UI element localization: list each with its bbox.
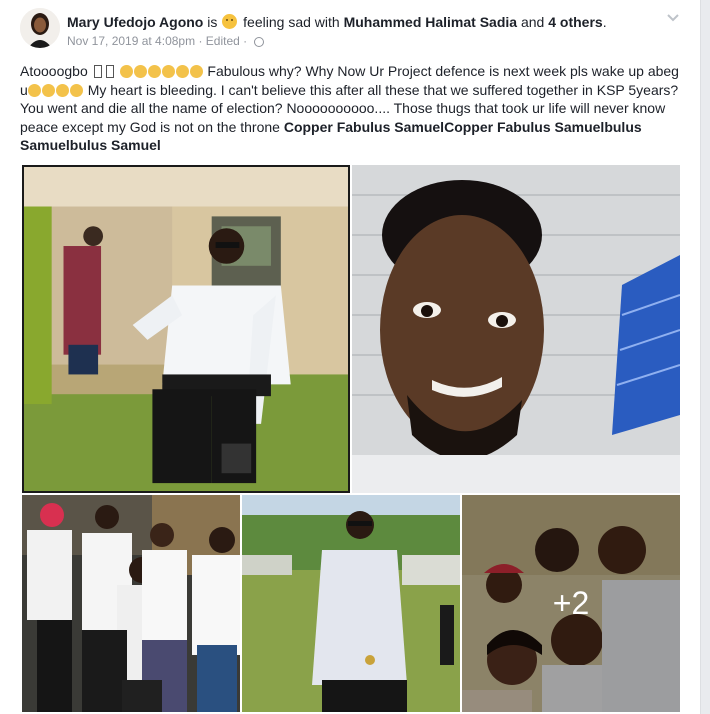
tag-link-1[interactable]: Copper Fabulus Samuel — [284, 119, 444, 135]
sad-face-emoji-icon — [189, 65, 203, 78]
sad-face-emoji-icon — [175, 65, 189, 78]
sad-face-emoji-icon — [69, 83, 83, 97]
photo-2[interactable] — [352, 165, 680, 493]
sad-face-emoji-icon — [147, 65, 161, 78]
more-photos-overlay[interactable]: +2 — [462, 495, 680, 712]
photo-5[interactable]: +2 — [462, 495, 680, 712]
missing-glyph-icon — [105, 65, 114, 78]
is-text: is — [207, 14, 218, 30]
feeling-text: feeling sad with — [243, 14, 340, 30]
edited-label[interactable]: · Edited · — [198, 34, 247, 48]
photo-3[interactable] — [22, 495, 240, 712]
post-timestamp-link[interactable]: Nov 17, 2019 at 4:08pm — [67, 34, 195, 48]
sad-face-emoji-icon — [41, 83, 55, 97]
period-text: . — [602, 14, 607, 30]
sad-face-emoji-icon — [222, 14, 238, 29]
missing-glyph-icon — [93, 65, 102, 78]
tagged-person-link[interactable]: Muhammed Halimat Sadia — [344, 14, 518, 30]
more-photos-count: +2 — [552, 585, 590, 621]
photo-4[interactable] — [242, 495, 460, 712]
and-text: and — [520, 14, 545, 30]
sad-face-emoji-icon — [119, 65, 133, 78]
post-card: Mary Ufedojo Agono is feeling sad with M… — [0, 0, 701, 714]
post-header: Mary Ufedojo Agono is feeling sad with M… — [20, 8, 680, 52]
sad-face-emoji-icon — [133, 65, 147, 78]
author-name-link[interactable]: Mary Ufedojo Agono — [67, 14, 203, 30]
post-meta: Nov 17, 2019 at 4:08pm · Edited · — [67, 34, 265, 48]
post-headline: Mary Ufedojo Agono is feeling sad with M… — [67, 14, 607, 31]
body-text-1: Atoooogbo — [20, 63, 88, 79]
sad-face-emoji-icon — [161, 65, 175, 78]
tag-link-2[interactable]: Copper Fabulus Samuel — [444, 119, 604, 135]
sad-face-emoji-icon — [27, 83, 41, 97]
photo-1[interactable] — [22, 165, 350, 493]
sad-face-emoji-icon — [55, 83, 69, 97]
others-link[interactable]: 4 others — [548, 14, 602, 30]
globe-icon[interactable] — [254, 37, 265, 47]
author-avatar[interactable] — [20, 8, 60, 48]
post-body: Atoooogbo Fabulous why? Why Now Ur Proje… — [20, 62, 680, 155]
chevron-down-icon[interactable] — [666, 10, 680, 24]
